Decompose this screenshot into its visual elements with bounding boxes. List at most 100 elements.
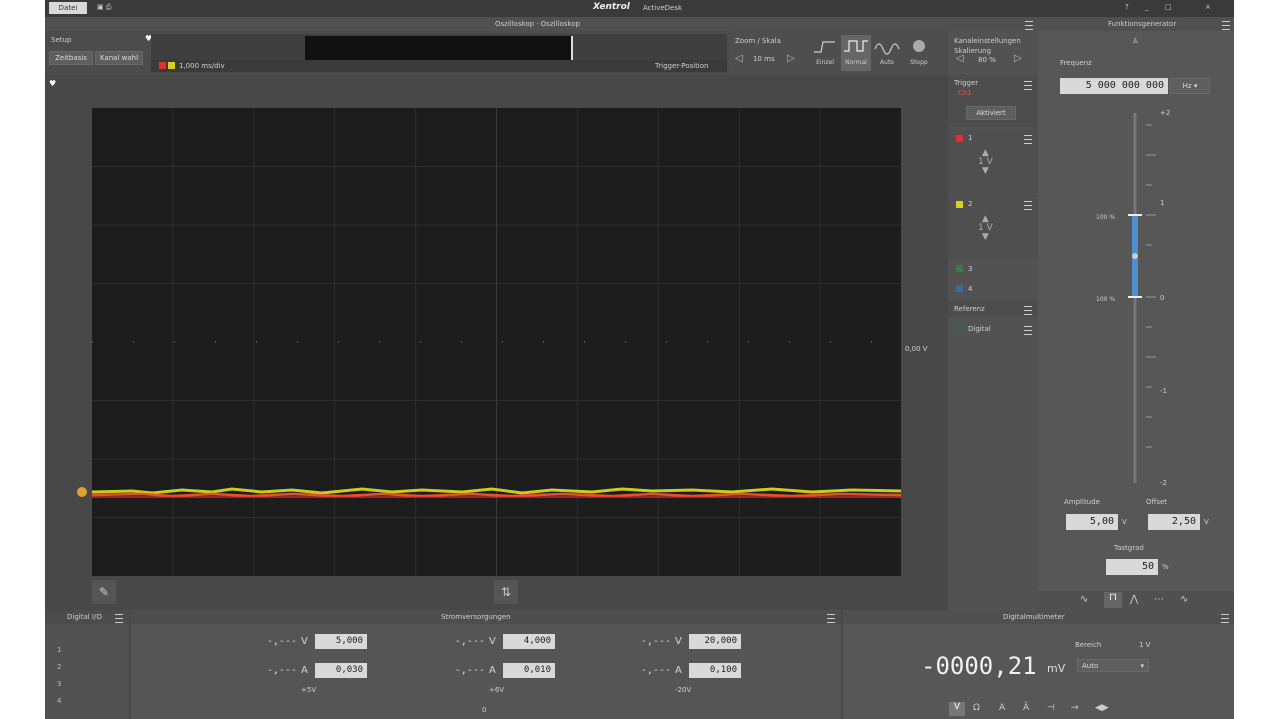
timebase-readout: 1,000 ms/div (179, 62, 225, 70)
scale-increase-icon[interactable]: ▷ (1014, 53, 1022, 64)
normal-wave-icon (844, 40, 868, 52)
trigger-menu-icon[interactable] (1024, 81, 1032, 90)
supply-3-current-reading: -,--- (640, 665, 671, 676)
auto-mode-button[interactable]: Auto (873, 37, 901, 71)
help-button[interactable]: ? (1125, 3, 1129, 11)
dc-wave-icon[interactable]: ⋯ (1154, 594, 1164, 605)
frequency-input[interactable]: 5 000 000 000 (1060, 78, 1168, 94)
single-mode-button[interactable]: Einzel (811, 37, 839, 71)
amplitude-label: Amplitude (1064, 498, 1100, 506)
supply-1-voltage-input[interactable]: 5,000 (315, 634, 367, 649)
slider-lo-label: 100 % (1096, 296, 1115, 303)
ch1-scale-spinner[interactable]: ▲ 1 V ▼ (978, 149, 993, 176)
pin-icon-2[interactable]: ♥ (49, 79, 56, 88)
trigger-source: Ch1 (958, 89, 972, 97)
dmm-reading: -0000,21 (921, 652, 1037, 680)
normal-mode-button[interactable]: Normal (841, 35, 871, 71)
noise-wave-icon[interactable]: ∿ (1180, 594, 1188, 605)
dmm-voltage-button[interactable]: V (949, 702, 965, 716)
overview-window[interactable] (305, 36, 571, 60)
ch4-color-swatch[interactable] (956, 285, 963, 292)
scale-decrease-icon[interactable]: ◁ (956, 53, 964, 64)
sine-wave-icon[interactable]: ∿ (1080, 594, 1088, 605)
supply-2-current-input[interactable]: 0,010 (503, 663, 555, 678)
dmm-ohm-button[interactable]: Ω (973, 703, 980, 713)
channel-panel: Kanaleinstellungen Skalierung ◁ 80 % ▷ T… (948, 31, 1038, 610)
reference-menu-icon[interactable] (1024, 306, 1032, 315)
supply-2-voltage-input[interactable]: 4,000 (503, 634, 555, 649)
dmm-continuity-button[interactable]: ◀▶ (1095, 703, 1109, 713)
amplitude-input[interactable]: 5,00 (1066, 514, 1118, 530)
digital-row[interactable]: Digital (948, 321, 1038, 337)
zoom-label: Zoom / Skala (735, 37, 781, 45)
minimize-button[interactable]: _ (1145, 3, 1149, 11)
slider-mark-neg1: -1 (1160, 387, 1167, 395)
supply-1-current-input[interactable]: 0,030 (315, 663, 367, 678)
setup-label: Setup (51, 36, 72, 44)
dmm-menu-icon[interactable] (1221, 614, 1229, 623)
generator-menu-icon[interactable] (1222, 21, 1230, 30)
digital-menu-icon[interactable] (1024, 326, 1032, 335)
supply-3-voltage-input[interactable]: 20,000 (689, 634, 741, 649)
maximize-button[interactable]: □ (1165, 3, 1172, 11)
dmm-ac-current-button[interactable]: Ã (1023, 703, 1029, 713)
square-wave-icon[interactable]: ⊓ (1104, 592, 1122, 608)
generator-panel: Funktionsgenerator ♙ Frequenz 5 000 000 … (1038, 17, 1234, 610)
ch2-label: 2 (968, 200, 973, 208)
channel-4-row[interactable]: 4 (948, 281, 1038, 297)
scope-display[interactable] (92, 108, 901, 576)
dmm-capacitance-button[interactable]: ⊣ (1047, 703, 1055, 713)
dmm-mode-select[interactable]: Auto ▾ (1077, 659, 1149, 672)
overview-cursor[interactable] (571, 36, 573, 60)
cursor-icon[interactable]: ⇅ (494, 580, 518, 604)
supply-3-voltage-reading: -,--- (640, 636, 671, 647)
supply-1-voltage-unit: V (301, 636, 308, 647)
amplitude-slider[interactable]: +2 1 0 -1 -2 100 % 100 % (1088, 105, 1218, 495)
channel-settings-title: Kanaleinstellungen (954, 37, 1021, 45)
toolbar-icons[interactable]: ▣ ⎙ (97, 3, 111, 12)
digital-label: Digital (968, 325, 991, 333)
digital-io-panel: Digital I/O 1 2 3 4 (45, 610, 129, 719)
zoom-decrease-icon[interactable]: ◁ (735, 53, 743, 64)
app-logo: Xentrol (593, 2, 630, 12)
trigger-enable-button[interactable]: Aktiviert (966, 106, 1016, 120)
ch1-menu-icon[interactable] (1024, 135, 1032, 144)
close-button[interactable]: × (1205, 3, 1211, 11)
slider-mark-0: 0 (1160, 294, 1164, 302)
ch2-scale-spinner[interactable]: ▲ 1 V ▼ (978, 215, 993, 242)
channel-select-button[interactable]: Kanal wahl (95, 51, 143, 65)
digital-io-rows[interactable]: 1 2 3 4 (57, 642, 61, 710)
overview-strip[interactable] (151, 34, 727, 60)
zoom-increase-icon[interactable]: ▷ (787, 53, 795, 64)
offset-unit: V (1204, 518, 1209, 526)
supply-1-voltage-reading: -,--- (266, 636, 297, 647)
digital-color-swatch[interactable] (956, 325, 963, 332)
file-tab[interactable]: Datei (49, 2, 87, 14)
offset-input[interactable]: 2,50 (1148, 514, 1200, 530)
ch2-color-swatch[interactable] (956, 201, 963, 208)
stop-mode-button[interactable]: Stopp (905, 37, 933, 71)
dmm-diode-button[interactable]: → (1071, 703, 1079, 713)
scope-menu-icon[interactable] (1025, 21, 1033, 30)
zoom-value: 10 ms (753, 55, 775, 63)
ch2-menu-icon[interactable] (1024, 201, 1032, 210)
digital-io-title: Digital I/O (67, 613, 102, 621)
frequency-unit-select[interactable]: Hz ▾ (1170, 78, 1210, 94)
power-menu-icon[interactable] (827, 614, 835, 623)
digital-io-menu-icon[interactable] (115, 614, 123, 623)
generator-header: Funktionsgenerator (1038, 17, 1234, 31)
timebase-button[interactable]: Zeitbasis (49, 51, 93, 65)
triangle-wave-icon[interactable]: ⋀ (1130, 594, 1138, 605)
ch1-color-swatch[interactable] (956, 135, 963, 142)
supply-3-current-input[interactable]: 0,100 (689, 663, 741, 678)
dmm-current-button[interactable]: A (999, 703, 1005, 713)
channel-3-row[interactable]: 3 (948, 261, 1038, 277)
generator-pin-icon[interactable]: ♙ (1132, 37, 1138, 45)
ch2-color-indicator (168, 62, 175, 69)
duty-input[interactable]: 50 (1106, 559, 1158, 575)
ch-ground-marker[interactable] (77, 487, 87, 497)
ch1-color-indicator (159, 62, 166, 69)
pen-icon[interactable]: ✎ (92, 580, 116, 604)
scope-area: ♥ 0,00 V ✎ ⇅ (45, 75, 948, 610)
ch3-color-swatch[interactable] (956, 265, 963, 272)
